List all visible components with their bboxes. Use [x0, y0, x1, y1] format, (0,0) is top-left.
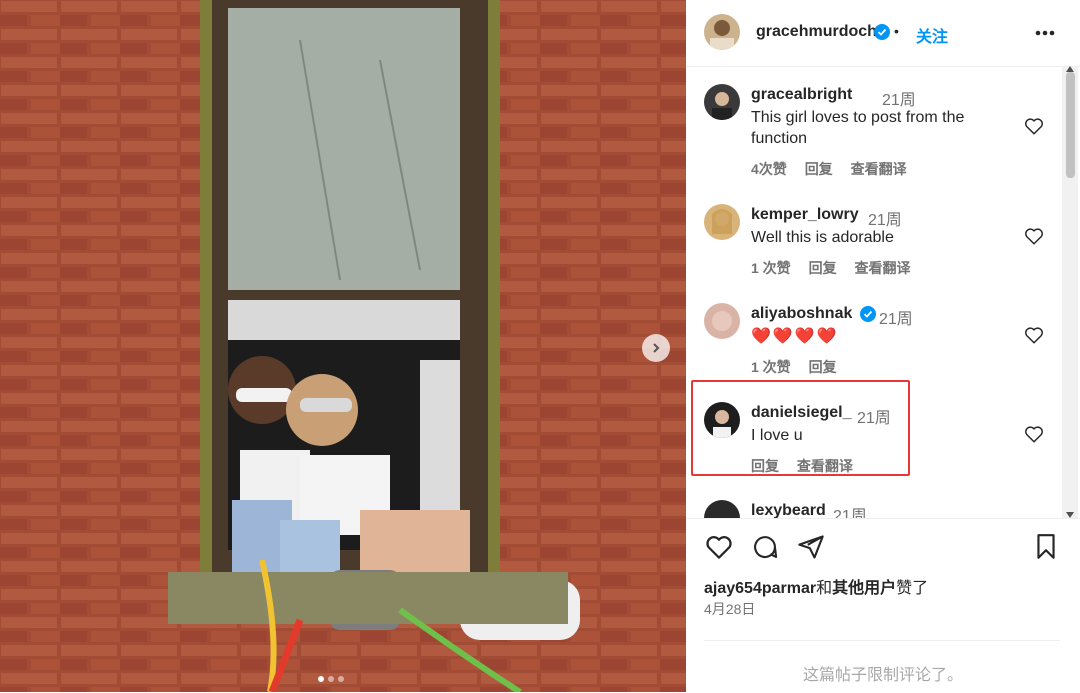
carousel-dots: [318, 676, 344, 682]
chevron-right-icon: [653, 343, 660, 353]
save-bookmark-icon[interactable]: [1033, 533, 1059, 561]
comment-avatar[interactable]: [704, 500, 740, 518]
reply-button[interactable]: 回复: [809, 260, 837, 276]
comment-time[interactable]: 21周: [857, 404, 891, 428]
comments-list[interactable]: gracealbright 21周 This girl loves to pos…: [686, 66, 1062, 518]
post-photo: [0, 0, 686, 692]
comment-avatar-image: [712, 311, 732, 331]
scrollbar-thumb[interactable]: [1066, 72, 1075, 178]
comment-avatar[interactable]: [704, 84, 740, 120]
reply-button[interactable]: 回复: [809, 359, 837, 375]
comment-username[interactable]: lexybeard: [751, 502, 826, 518]
comment-likes[interactable]: 1 次赞: [751, 359, 791, 375]
carousel-dot: [328, 676, 334, 682]
author-avatar[interactable]: [704, 14, 740, 50]
more-options-icon[interactable]: [1035, 30, 1055, 36]
comment-likes[interactable]: 4次赞: [751, 161, 787, 177]
comment-icon[interactable]: [751, 533, 779, 561]
comment-time[interactable]: 21周: [833, 502, 867, 518]
reply-button[interactable]: 回复: [805, 161, 833, 177]
post-header: gracehmurdoch • 关注: [686, 0, 1080, 67]
comment-username[interactable]: danielsiegel_: [751, 404, 852, 422]
liked-by-others[interactable]: 其他用户: [832, 580, 896, 597]
translate-button[interactable]: 查看翻译: [797, 458, 853, 474]
author-username[interactable]: gracehmurdoch: [756, 23, 877, 41]
reply-button[interactable]: 回复: [751, 458, 779, 474]
post-date[interactable]: 4月28日: [704, 599, 755, 619]
comments-scrollbar[interactable]: [1062, 66, 1078, 518]
like-heart-icon[interactable]: [1023, 115, 1045, 137]
comment-avatar-image: [712, 209, 732, 234]
comment-avatar[interactable]: [704, 204, 740, 240]
photo-illustration: [0, 0, 686, 692]
like-icon[interactable]: [704, 532, 734, 562]
comment-meta: 4次赞 回复 查看翻译: [751, 159, 921, 179]
author-avatar-image: [710, 20, 734, 50]
comment-username[interactable]: gracealbright: [751, 86, 852, 104]
share-icon[interactable]: [797, 533, 825, 561]
comment-meta: 1 次赞 回复 查看翻译: [751, 258, 924, 278]
liked-by-and: 和: [816, 580, 833, 597]
post-side-panel: gracehmurdoch • 关注 gracealbright 21周 Thi…: [686, 0, 1080, 692]
comment-likes[interactable]: 1 次赞: [751, 260, 791, 276]
comment-text: This girl loves to post from the functio…: [751, 107, 964, 149]
translate-button[interactable]: 查看翻译: [851, 161, 907, 177]
carousel-dot: [318, 676, 324, 682]
comment-username[interactable]: kemper_lowry: [751, 206, 859, 224]
like-heart-icon[interactable]: [1023, 324, 1045, 346]
comment-avatar[interactable]: [704, 303, 740, 339]
scroll-up-arrow-icon[interactable]: [1066, 66, 1074, 72]
comment-text: I love u: [751, 427, 803, 444]
comment-avatar-image: [712, 92, 732, 120]
verified-badge-icon: [860, 306, 876, 322]
liked-by-text: ajay654parmar和其他用户赞了: [704, 574, 928, 598]
comment-avatar-image: [713, 410, 731, 438]
comment-text-line: This girl loves to post from the: [751, 109, 965, 126]
header-dot: •: [894, 23, 899, 39]
comment-time[interactable]: 21周: [879, 305, 913, 329]
like-heart-icon[interactable]: [1023, 423, 1045, 445]
comment-meta: 回复 查看翻译: [751, 456, 867, 476]
verified-badge-icon: [874, 24, 890, 40]
comments-limited-notice: 这篇帖子限制评论了。: [802, 667, 963, 684]
liked-by-user[interactable]: ajay654parmar: [704, 580, 816, 597]
like-heart-icon[interactable]: [1023, 225, 1045, 247]
carousel-dot: [338, 676, 344, 682]
follow-button[interactable]: 关注: [916, 23, 948, 47]
liked-by-suffix: 赞了: [896, 580, 929, 597]
comment-text-line: function: [751, 130, 808, 147]
translate-button[interactable]: 查看翻译: [854, 260, 910, 276]
comment-text: ❤️❤️❤️❤️: [751, 328, 839, 345]
comment-text: Well this is adorable: [751, 229, 894, 246]
comment-meta: 1 次赞 回复: [751, 357, 851, 377]
next-photo-button[interactable]: [642, 334, 670, 362]
comment-avatar[interactable]: [704, 402, 740, 438]
comment-username[interactable]: aliyaboshnak: [751, 305, 852, 323]
post-actions-area: ajay654parmar和其他用户赞了 4月28日 这篇帖子限制评论了。: [686, 518, 1080, 693]
divider: [704, 640, 1060, 641]
